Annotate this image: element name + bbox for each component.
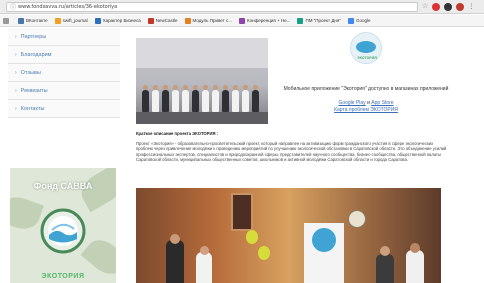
app-availability-text: Мобильное приложение "Экотория" доступно… (283, 86, 449, 92)
group-photo (136, 38, 268, 124)
bookmark-item[interactable]: swift_journal (54, 17, 88, 24)
bookmark-item[interactable]: NewCastle (147, 17, 178, 24)
castle-icon (147, 17, 154, 24)
module-icon (184, 17, 191, 24)
sidebar-item-thanks[interactable]: › Благодарим (8, 46, 120, 64)
project-description: Краткое описание проекта ЭКОТОРИЯ : Прое… (136, 131, 448, 163)
app-logo-text: ЭКОТОРИЯ (357, 56, 377, 60)
chevron-right-icon: › (15, 69, 17, 76)
app-store-link[interactable]: App Store (371, 100, 393, 106)
google-icon (347, 17, 354, 24)
mobile-app-block: ЭКОТОРИЯ Мобильное приложение "Экотория"… (276, 28, 456, 124)
menu-icon[interactable]: ⋮ (468, 3, 474, 11)
sidebar-item-label: Благодарим (20, 51, 52, 58)
sidebar-item-reviews[interactable]: › Отзывы (8, 64, 120, 82)
address-bar[interactable]: ⓘ www.fondsavva.ru/articles/36-ekotoriya (6, 1, 418, 12)
bookmark-item[interactable]: ВКонтакте (18, 17, 48, 24)
browser-toolbar: ⓘ www.fondsavva.ru/articles/36-ekotoriya… (0, 0, 484, 14)
page-content: › Партнеры › Благодарим › Отзывы › Рекви… (8, 28, 480, 283)
chevron-right-icon: › (15, 105, 17, 112)
ekotoriya-banner (304, 223, 344, 283)
google-play-link[interactable]: Google Play (338, 100, 365, 106)
bookmark-item[interactable]: Характер Бизнеса (94, 17, 141, 24)
extension-red2-icon[interactable] (456, 2, 465, 11)
sidebar-item-label: Партнеры (20, 33, 47, 40)
sidebar-item-requisites[interactable]: › Реквизиты (8, 82, 120, 100)
event-photo (136, 188, 441, 283)
page-info-icon[interactable]: ⓘ (10, 2, 16, 11)
sidebar: › Партнеры › Благодарим › Отзывы › Рекви… (8, 28, 120, 283)
and-text: и (367, 100, 370, 106)
bookmark-item[interactable]: Модуль Привет с... (184, 17, 232, 24)
sidebar-item-label: Отзывы (20, 69, 41, 76)
sidebar-item-contacts[interactable]: › Контакты (8, 100, 120, 118)
ekotoriya-logo-icon (40, 208, 86, 254)
description-body: Проект «Экотория» - образовательно-просв… (136, 140, 447, 163)
ekotoriya-app-logo-icon: ЭКОТОРИЯ (350, 32, 382, 64)
vk-icon (18, 17, 24, 24)
apps-icon[interactable] (3, 17, 11, 24)
extension-dark-icon[interactable] (444, 2, 453, 11)
bookmark-item[interactable]: Google (347, 17, 370, 24)
extension-red-icon[interactable] (432, 2, 441, 11)
url-text: www.fondsavva.ru/articles/36-ekotoriya (18, 3, 118, 10)
banner-title: Фонд САВВА (33, 181, 93, 191)
sidebar-item-label: Реквизиты (20, 87, 48, 94)
bookmarks-bar: ВКонтакте swift_journal Характер Бизнеса… (0, 15, 484, 27)
clock-icon (348, 210, 366, 228)
business-icon (94, 17, 101, 24)
conference-icon (238, 17, 245, 24)
banner-subtitle: ЭКОТОРИЯ (41, 273, 85, 280)
project-icon (297, 17, 304, 24)
chevron-right-icon: › (15, 51, 17, 58)
bookmark-item[interactable]: ПМ "Проект Дня" (297, 17, 341, 24)
chevron-right-icon: › (15, 33, 17, 40)
app-links: Google Play и App Store Карта проблем ЭК… (276, 100, 456, 114)
sidebar-item-label: Контакты (20, 105, 45, 112)
journal-icon (54, 17, 61, 24)
savva-fund-banner[interactable]: Фонд САВВА ЭКОТОРИЯ (10, 168, 116, 283)
bookmark-star-icon[interactable]: ☆ (422, 3, 428, 11)
problem-map-link[interactable]: Карта проблем ЭКОТОРИЯ (334, 107, 398, 113)
description-heading: Краткое описание проекта ЭКОТОРИЯ : (136, 131, 219, 136)
bookmark-item[interactable]: Конференция + Не... (238, 17, 290, 24)
main-content: ЭКОТОРИЯ Мобильное приложение "Экотория"… (136, 28, 456, 283)
chevron-right-icon: › (15, 87, 17, 94)
sidebar-item-partners[interactable]: › Партнеры (8, 28, 120, 46)
